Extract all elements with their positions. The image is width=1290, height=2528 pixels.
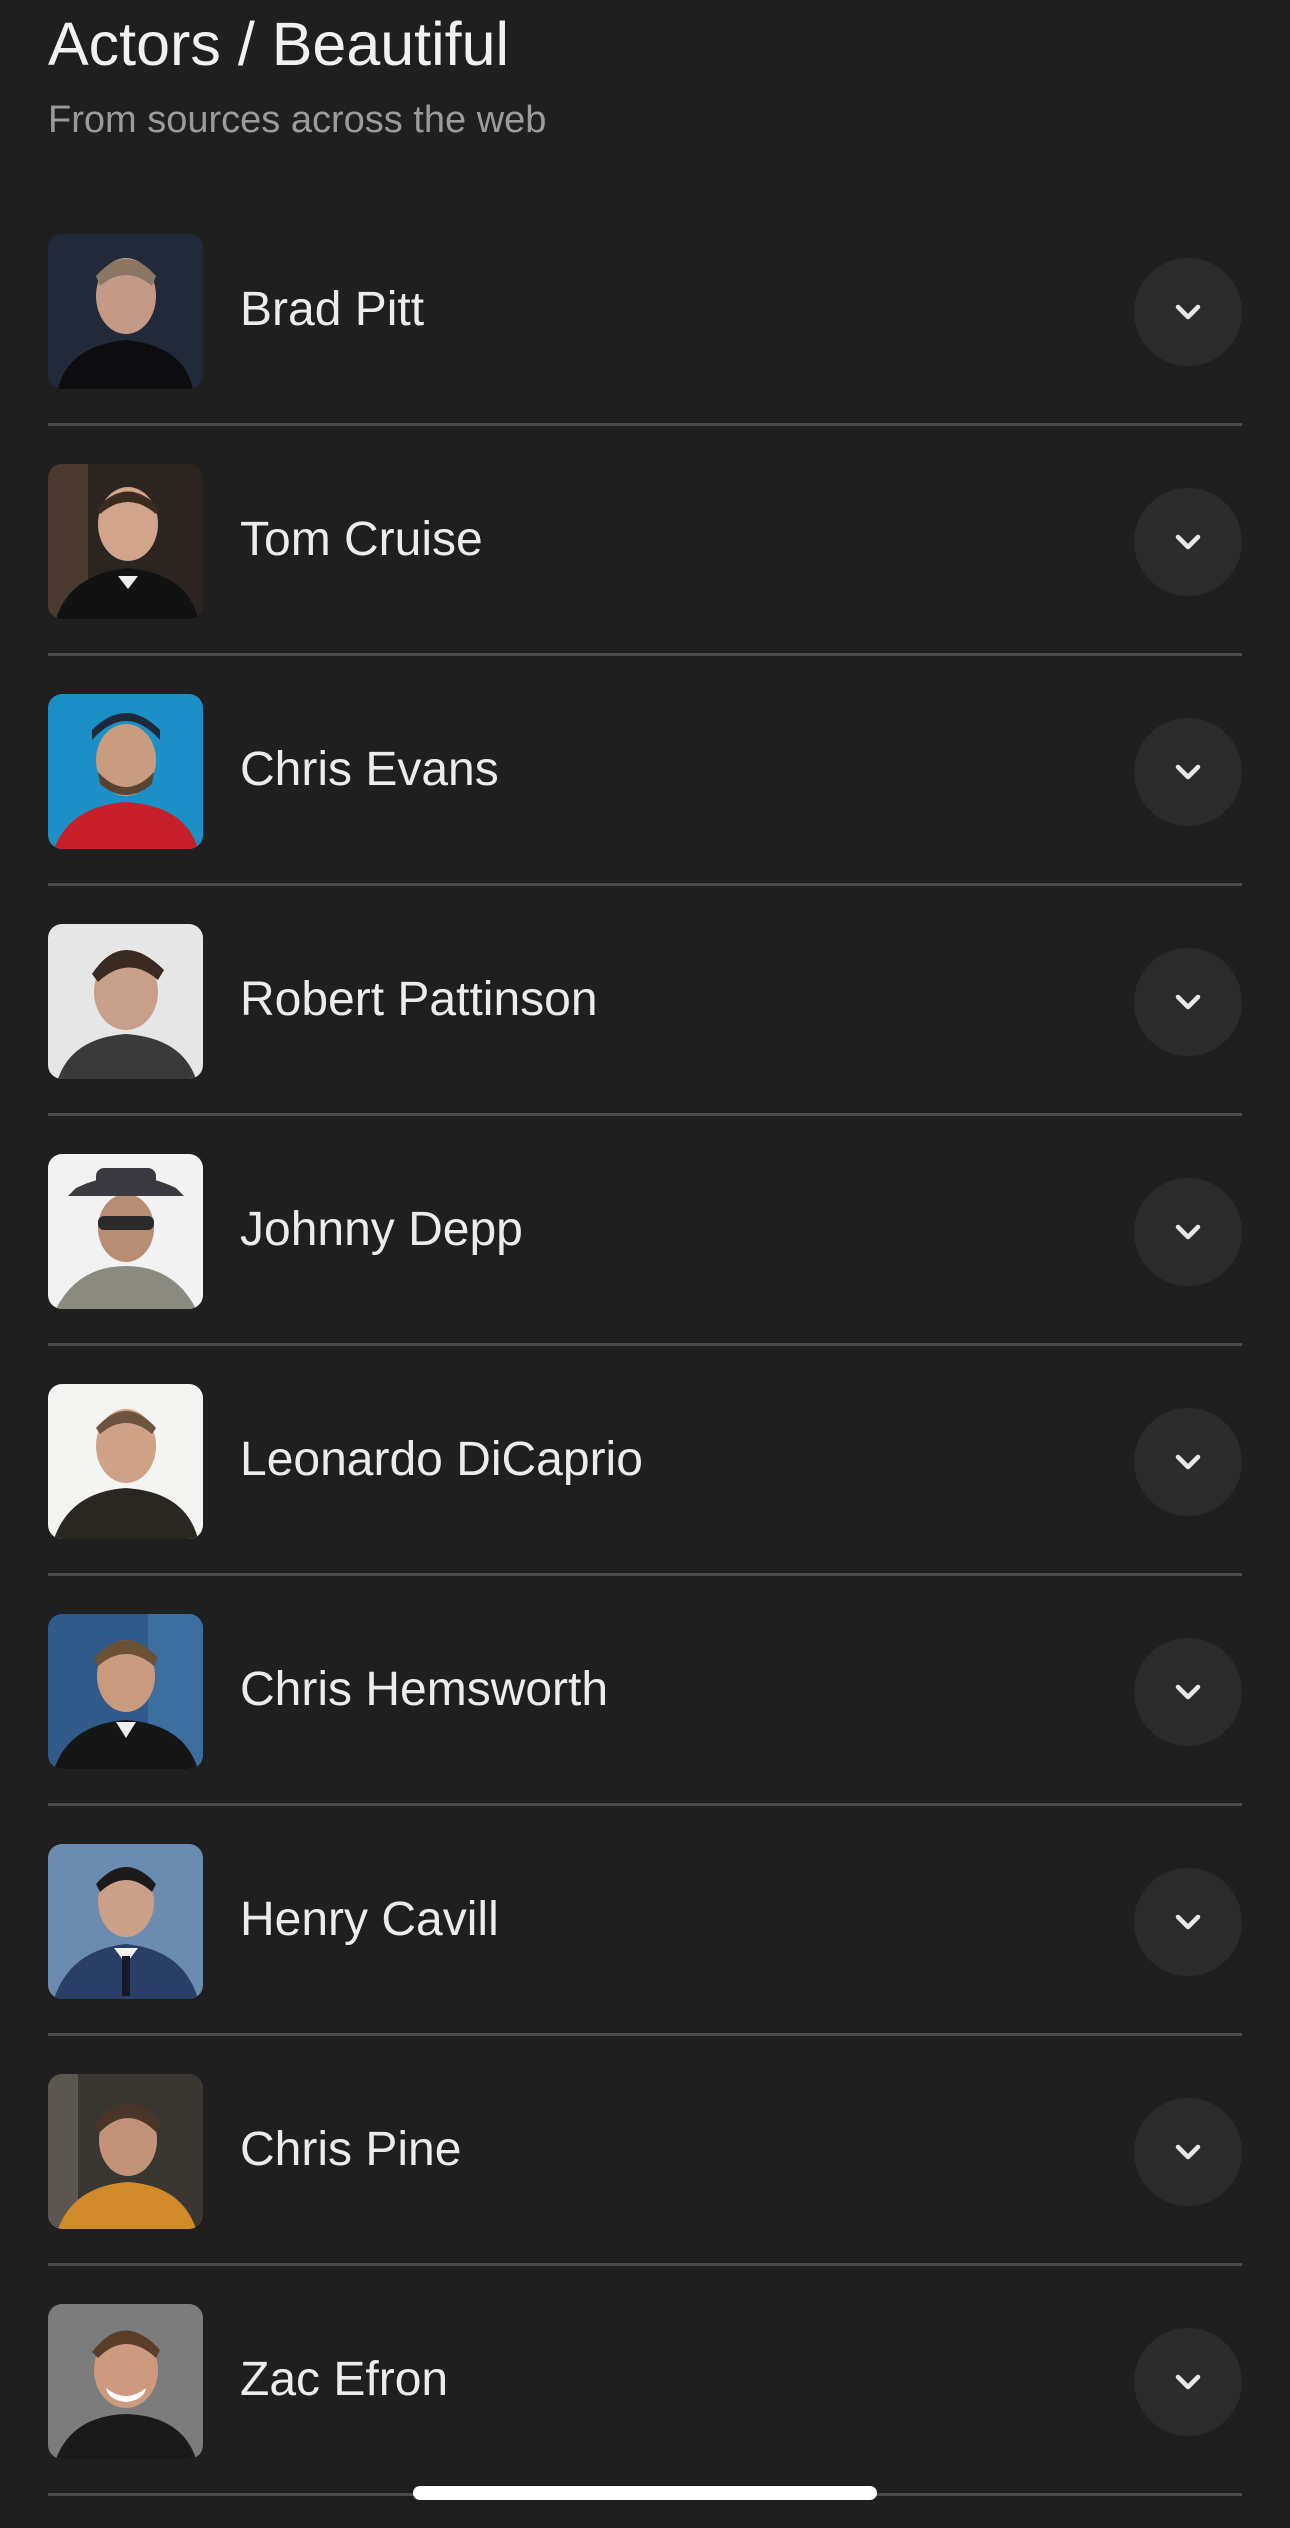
list-item[interactable]: Henry Cavill xyxy=(48,1806,1242,2036)
expand-button[interactable] xyxy=(1134,2098,1242,2206)
chevron-down-icon xyxy=(1175,1224,1201,1240)
actor-photo xyxy=(48,1384,203,1539)
actor-name: Chris Evans xyxy=(240,743,499,796)
list-item[interactable]: Robert Pattinson xyxy=(48,886,1242,1116)
list-item[interactable]: Chris Pine xyxy=(48,2036,1242,2266)
page-subtitle: From sources across the web xyxy=(48,99,547,141)
actor-name: Brad Pitt xyxy=(240,283,425,336)
actor-name: Tom Cruise xyxy=(240,513,483,566)
actor-name: Johnny Depp xyxy=(240,1203,523,1256)
chevron-down-icon xyxy=(1175,534,1201,550)
chevron-down-icon xyxy=(1175,304,1201,320)
actor-photo xyxy=(48,234,203,389)
chevron-down-icon xyxy=(1175,1914,1201,1930)
chevron-down-icon xyxy=(1175,2374,1201,2390)
expand-button[interactable] xyxy=(1134,948,1242,1056)
actor-photo xyxy=(48,464,203,619)
expand-button[interactable] xyxy=(1134,1868,1242,1976)
actor-name: Robert Pattinson xyxy=(240,973,598,1026)
list-item[interactable]: Zac Efron xyxy=(48,2266,1242,2496)
actor-name: Chris Hemsworth xyxy=(240,1663,609,1716)
actor-photo xyxy=(48,1614,203,1769)
expand-button[interactable] xyxy=(1134,1638,1242,1746)
list-item[interactable]: Johnny Depp xyxy=(48,1116,1242,1346)
expand-button[interactable] xyxy=(1134,488,1242,596)
actor-photo xyxy=(48,694,203,849)
actor-name: Leonardo DiCaprio xyxy=(240,1433,643,1486)
chevron-down-icon xyxy=(1175,2144,1201,2160)
expand-button[interactable] xyxy=(1134,258,1242,366)
list-item[interactable]: Brad Pitt xyxy=(48,196,1242,426)
actor-photo xyxy=(48,924,203,1079)
actor-name: Chris Pine xyxy=(240,2123,462,2176)
actor-list: Brad Pitt Tom Cruise Chris Evans Robert … xyxy=(48,196,1242,2496)
actor-photo xyxy=(48,1844,203,1999)
page-title: Actors / Beautiful xyxy=(48,10,510,78)
list-item[interactable]: Chris Evans xyxy=(48,656,1242,886)
expand-button[interactable] xyxy=(1134,2328,1242,2436)
list-item[interactable]: Leonardo DiCaprio xyxy=(48,1346,1242,1576)
chevron-down-icon xyxy=(1175,1454,1201,1470)
expand-button[interactable] xyxy=(1134,1408,1242,1516)
actor-photo xyxy=(48,2074,203,2229)
home-indicator[interactable] xyxy=(413,2486,877,2500)
expand-button[interactable] xyxy=(1134,718,1242,826)
expand-button[interactable] xyxy=(1134,1178,1242,1286)
actor-name: Henry Cavill xyxy=(240,1893,499,1946)
chevron-down-icon xyxy=(1175,994,1201,1010)
list-item[interactable]: Chris Hemsworth xyxy=(48,1576,1242,1806)
actor-photo xyxy=(48,2304,203,2459)
chevron-down-icon xyxy=(1175,1684,1201,1700)
actor-name: Zac Efron xyxy=(240,2353,449,2406)
list-item[interactable]: Tom Cruise xyxy=(48,426,1242,656)
actor-photo xyxy=(48,1154,203,1309)
chevron-down-icon xyxy=(1175,764,1201,780)
